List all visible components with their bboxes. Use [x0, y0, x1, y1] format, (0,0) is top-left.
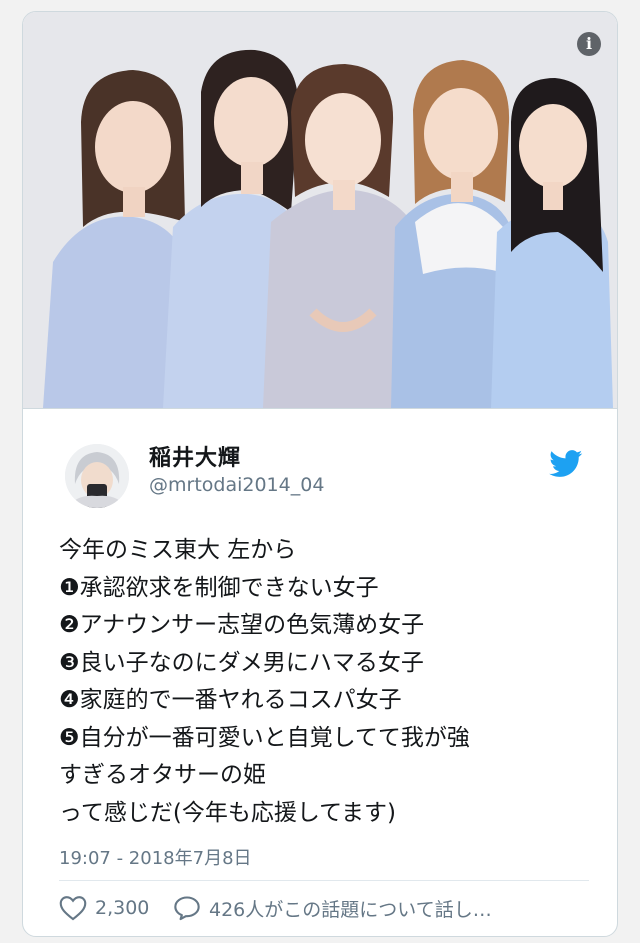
tweet-actions: 2,300 426人がこの話題について話し…	[59, 888, 599, 928]
like-count: 2,300	[95, 897, 150, 919]
tweet-photo[interactable]: i	[23, 12, 617, 409]
info-icon[interactable]: i	[577, 32, 601, 56]
conversation-text: 426人がこの話題について話し…	[209, 898, 492, 921]
tweet-line: ❺自分が一番可愛いと自覚してて我が強	[59, 724, 470, 751]
tweet-timestamp[interactable]: 19:07 - 2018年7月8日	[59, 844, 252, 870]
heart-icon	[59, 896, 87, 921]
tweet-line: ❷アナウンサー志望の色気薄め女子	[59, 612, 425, 638]
tweet-author: 稲井大輝 @mrtodai2014_04	[23, 430, 617, 510]
tweet-line: すぎるオタサーの姫	[59, 762, 266, 788]
group-photo-illustration	[23, 12, 617, 408]
author-name[interactable]: 稲井大輝	[149, 440, 241, 472]
tweet-line: 今年のミス東大 左から	[59, 537, 297, 563]
speech-bubble-icon	[174, 896, 200, 921]
divider	[59, 880, 589, 881]
tweet-line: ❶承認欲求を制御できない女子	[59, 574, 379, 601]
tweet-line: ❸良い子なのにダメ男にハマる女子	[59, 649, 424, 676]
conversation-link[interactable]: 426人がこの話題について話し…	[173, 888, 492, 928]
like-button[interactable]: 2,300	[59, 888, 149, 928]
tweet-line: ❹家庭的で一番ヤれるコスパ女子	[59, 687, 402, 713]
avatar-image	[65, 444, 129, 508]
twitter-bird-icon[interactable]	[549, 450, 583, 478]
tweet-card[interactable]: i 稲井大輝 @mrtodai2014_04 今年のミス東大 左から ❶承認欲求…	[22, 11, 618, 937]
author-handle[interactable]: @mrtodai2014_04	[149, 474, 324, 496]
tweet-text: 今年のミス東大 左から ❶承認欲求を制御できない女子 ❷アナウンサー志望の色気薄…	[59, 532, 599, 832]
avatar[interactable]	[65, 444, 129, 508]
tweet-line: って感じだ(今年も応援してます)	[59, 799, 396, 826]
